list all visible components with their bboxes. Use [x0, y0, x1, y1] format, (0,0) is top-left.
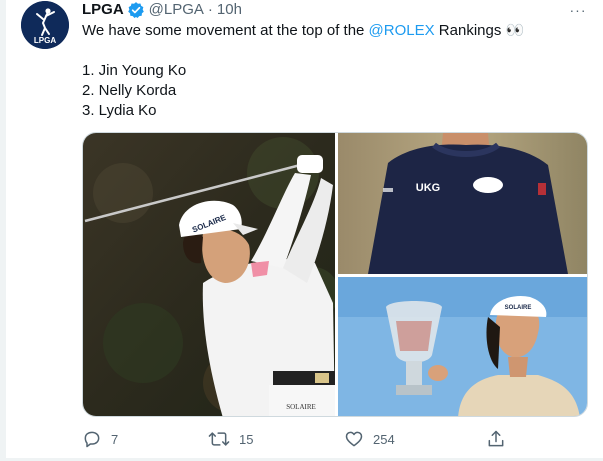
cap-brand-text-2: SOLAIRE: [505, 305, 532, 311]
tweet-header: LPGA @LPGA · 10h: [82, 0, 242, 20]
photo-navy-sweater[interactable]: UKG: [338, 133, 587, 274]
ranking-item-2: 2. Nelly Korda: [82, 82, 177, 99]
retweet-count: 15: [239, 431, 254, 447]
chest-brand-text: UKG: [416, 182, 440, 194]
share-icon: [488, 430, 504, 447]
more-options-button[interactable]: ···: [566, 0, 590, 20]
avatar[interactable]: LPGA: [21, 1, 69, 49]
timeline-divider: [0, 0, 6, 461]
display-name[interactable]: LPGA: [82, 0, 124, 20]
avatar-text: LPGA: [34, 36, 56, 45]
retweet-icon: [208, 432, 230, 446]
header-separator: ·: [207, 1, 213, 18]
ranking-item-1: 1. Jin Young Ko: [82, 62, 187, 79]
tweet-actions: 7 15 254: [82, 428, 512, 450]
like-button[interactable]: 254: [344, 428, 395, 450]
retweet-button[interactable]: 15: [208, 428, 253, 450]
tweet-text-part: Rankings 👀: [434, 22, 525, 39]
verified-badge-icon: [127, 1, 145, 19]
lpga-logo-icon: LPGA: [21, 1, 69, 49]
reply-button[interactable]: 7: [82, 428, 118, 450]
user-handle[interactable]: @LPGA: [149, 0, 204, 20]
tweet-text-part: We have some movement at the top of the: [82, 22, 369, 39]
reply-count: 7: [111, 431, 119, 447]
reply-icon: [84, 431, 100, 448]
like-count: 254: [373, 431, 395, 447]
tweet-card[interactable]: LPGA LPGA @LPGA · 10h ··· We have some m…: [0, 0, 603, 461]
photo-golfer-swing[interactable]: SOLAIRE SOLAIRE: [83, 133, 335, 416]
tweet-timestamp[interactable]: 10h: [217, 0, 242, 20]
media-grid: SOLAIRE SOLAIRE UKG SOLAIRE: [82, 132, 588, 417]
more-icon: ···: [569, 2, 587, 18]
tweet-text: We have some movement at the top of the …: [82, 21, 524, 41]
share-button[interactable]: [486, 428, 506, 450]
mention-link[interactable]: @ROLEX: [369, 22, 435, 39]
ranking-item-3: 3. Lydia Ko: [82, 102, 157, 119]
photo-trophy[interactable]: SOLAIRE: [338, 277, 587, 416]
belt-brand-text: SOLAIRE: [286, 403, 316, 411]
heart-icon: [345, 431, 363, 447]
